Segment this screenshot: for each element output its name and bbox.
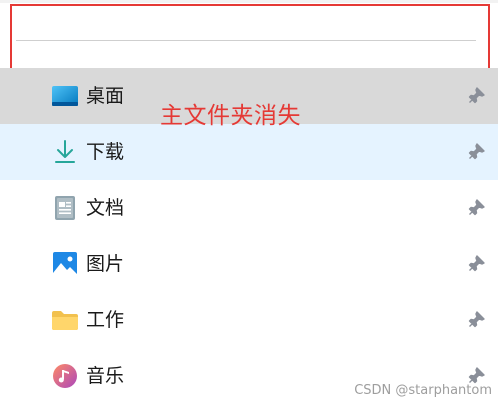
quick-access-item-label: 工作 (86, 309, 125, 331)
quick-access-item-downloads[interactable]: 下载 (0, 124, 498, 180)
quick-access-item-work[interactable]: 工作 (0, 292, 498, 348)
pin-icon[interactable] (464, 84, 488, 108)
watermark: CSDN @starphantom (354, 383, 492, 398)
quick-access-item-pictures[interactable]: 图片 (0, 236, 498, 292)
quick-access-item-label: 桌面 (86, 85, 125, 107)
download-icon (51, 139, 79, 165)
pin-icon[interactable] (464, 196, 488, 220)
pin-icon[interactable] (464, 140, 488, 164)
desktop-icon (51, 83, 79, 109)
pin-icon[interactable] (464, 308, 488, 332)
quick-access-item-label: 下载 (86, 141, 125, 163)
pictures-icon (51, 251, 79, 277)
annotation-text: 主文件夹消失 (160, 103, 301, 129)
quick-access-item-label: 图片 (86, 253, 125, 275)
top-edge (0, 0, 498, 3)
annotation-highlight-box (10, 4, 490, 72)
documents-icon (51, 195, 79, 221)
empty-row-divider (16, 40, 476, 41)
quick-access-item-label: 文档 (86, 197, 125, 219)
music-icon (51, 363, 79, 389)
quick-access-item-documents[interactable]: 文档 (0, 180, 498, 236)
folder-icon (51, 307, 79, 333)
quick-access-item-label: 音乐 (86, 365, 125, 387)
pin-icon[interactable] (464, 252, 488, 276)
file-explorer-quick-access: 桌面 下载 文档 图片 工作 音乐 主文件夹消失 CSDN @starphant… (0, 0, 498, 408)
